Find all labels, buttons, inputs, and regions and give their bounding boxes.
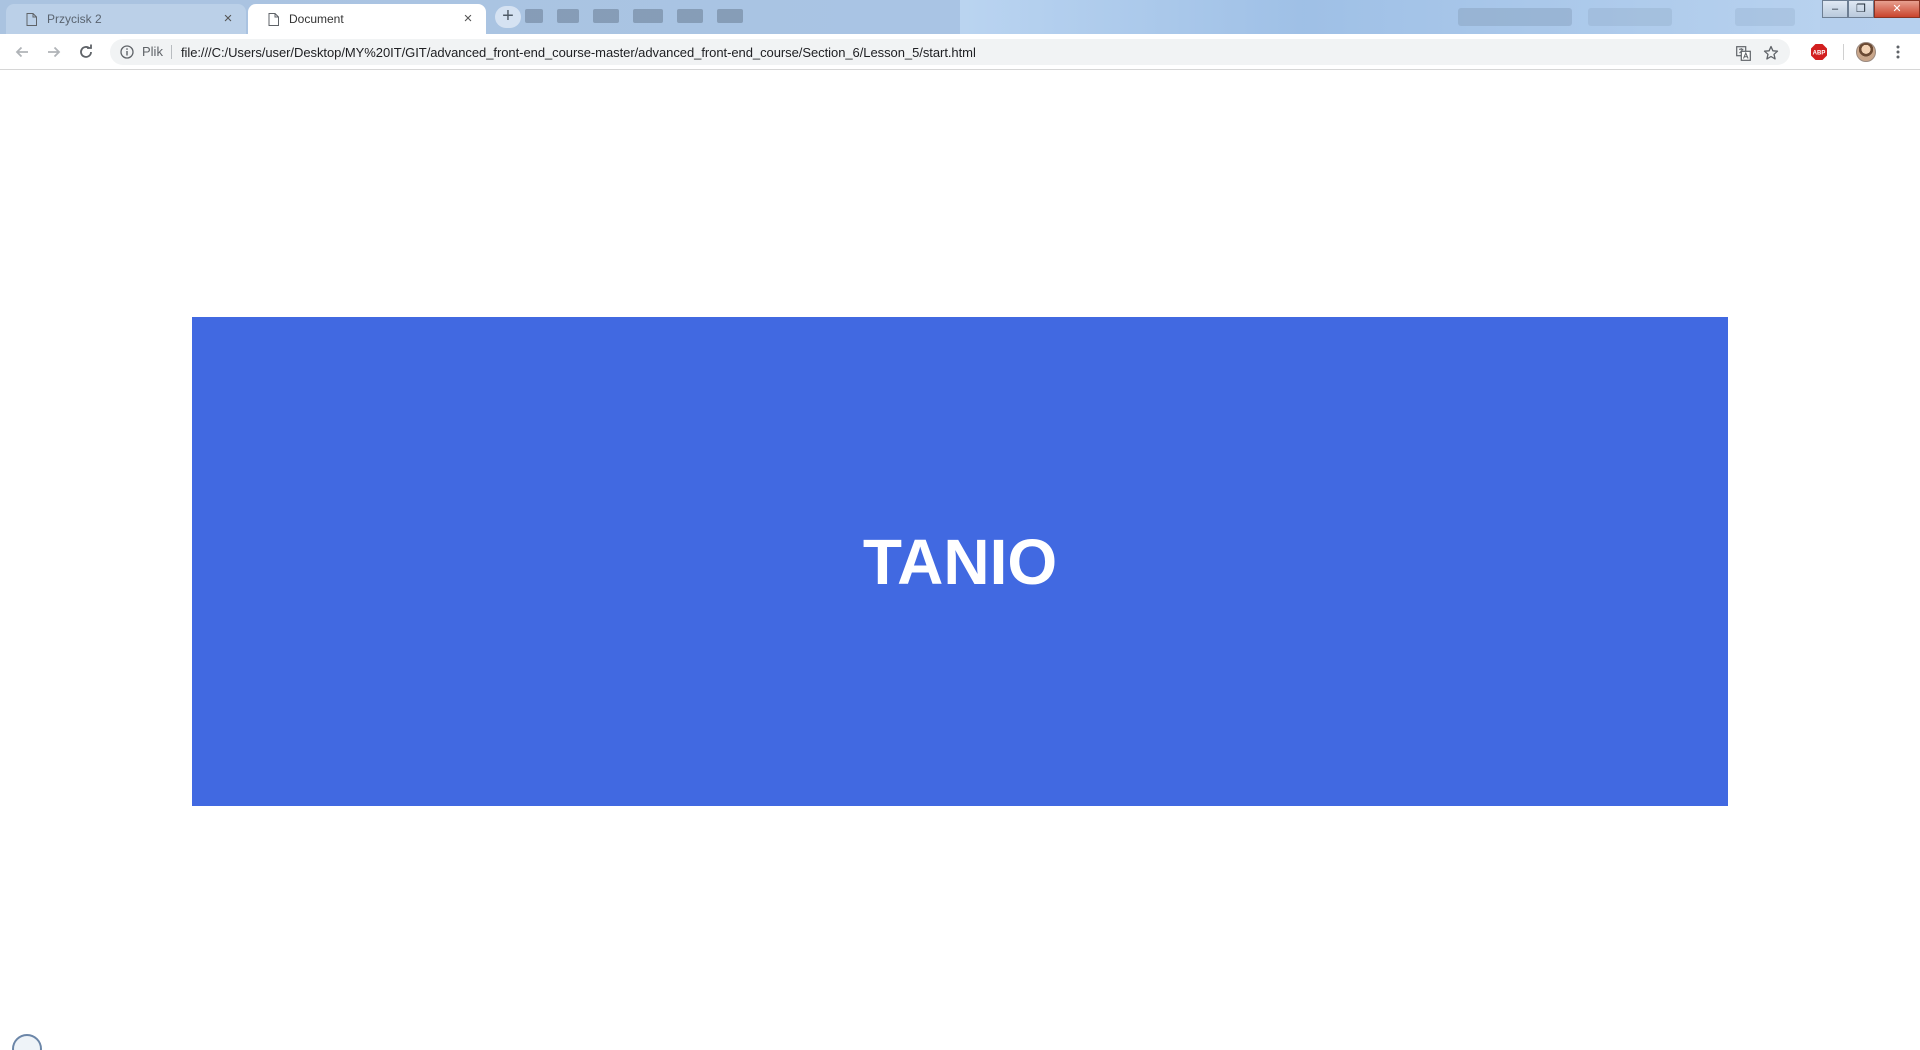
plus-icon: + <box>502 5 514 27</box>
document-icon <box>26 12 37 26</box>
reload-button[interactable] <box>74 40 98 64</box>
blurred-toolbar <box>525 9 743 25</box>
back-button[interactable] <box>10 40 34 64</box>
star-icon <box>1763 45 1779 60</box>
blurred-element <box>1735 8 1795 26</box>
browser-window: Przycisk 2 × Document × + – ❐ ✕ Plik fil… <box>0 0 1920 1050</box>
info-icon[interactable] <box>120 45 134 59</box>
toolbar-divider <box>1843 44 1844 60</box>
promo-box: TANIO <box>192 317 1728 806</box>
bookmark-button[interactable] <box>1762 44 1780 62</box>
new-tab-button[interactable]: + <box>495 6 521 28</box>
translate-button[interactable] <box>1734 44 1752 62</box>
tab-title: Przycisk 2 <box>47 12 102 26</box>
arrow-right-icon <box>48 46 61 58</box>
kebab-menu-icon[interactable] <box>1890 42 1906 62</box>
browser-toolbar: Plik file:///C:/Users/user/Desktop/MY%20… <box>0 34 1920 70</box>
tab-strip: Przycisk 2 × Document × + – ❐ ✕ <box>0 0 1920 34</box>
tab-przycisk-2[interactable]: Przycisk 2 × <box>6 4 246 34</box>
address-bar[interactable]: Plik file:///C:/Users/user/Desktop/MY%20… <box>110 39 1790 65</box>
taskbar-badge <box>12 1034 42 1050</box>
forward-button[interactable] <box>42 40 66 64</box>
document-icon <box>268 12 279 26</box>
reload-icon <box>80 44 92 58</box>
url-text[interactable]: file:///C:/Users/user/Desktop/MY%20IT/GI… <box>172 45 976 60</box>
blurred-background <box>960 0 1820 34</box>
close-icon[interactable]: × <box>460 11 476 27</box>
scheme-label: Plik <box>142 45 172 59</box>
promo-text: TANIO <box>862 525 1058 598</box>
tab-title: Document <box>289 12 344 26</box>
arrow-left-icon <box>15 46 28 58</box>
minimize-button[interactable]: – <box>1822 0 1848 18</box>
window-close-button[interactable]: ✕ <box>1874 0 1920 18</box>
avatar[interactable] <box>1856 42 1876 62</box>
extension-label: ABP <box>1813 51 1826 57</box>
blurred-element <box>1458 8 1572 26</box>
restore-button[interactable]: ❐ <box>1848 0 1874 18</box>
translate-icon <box>1735 45 1751 61</box>
adblock-plus-icon[interactable]: ABP <box>1810 43 1828 61</box>
close-icon[interactable]: × <box>220 11 236 27</box>
page-viewport: TANIO <box>0 71 1920 1050</box>
window-controls: – ❐ ✕ <box>1822 0 1920 18</box>
blurred-element <box>1588 8 1672 26</box>
tab-document[interactable]: Document × <box>248 4 486 34</box>
